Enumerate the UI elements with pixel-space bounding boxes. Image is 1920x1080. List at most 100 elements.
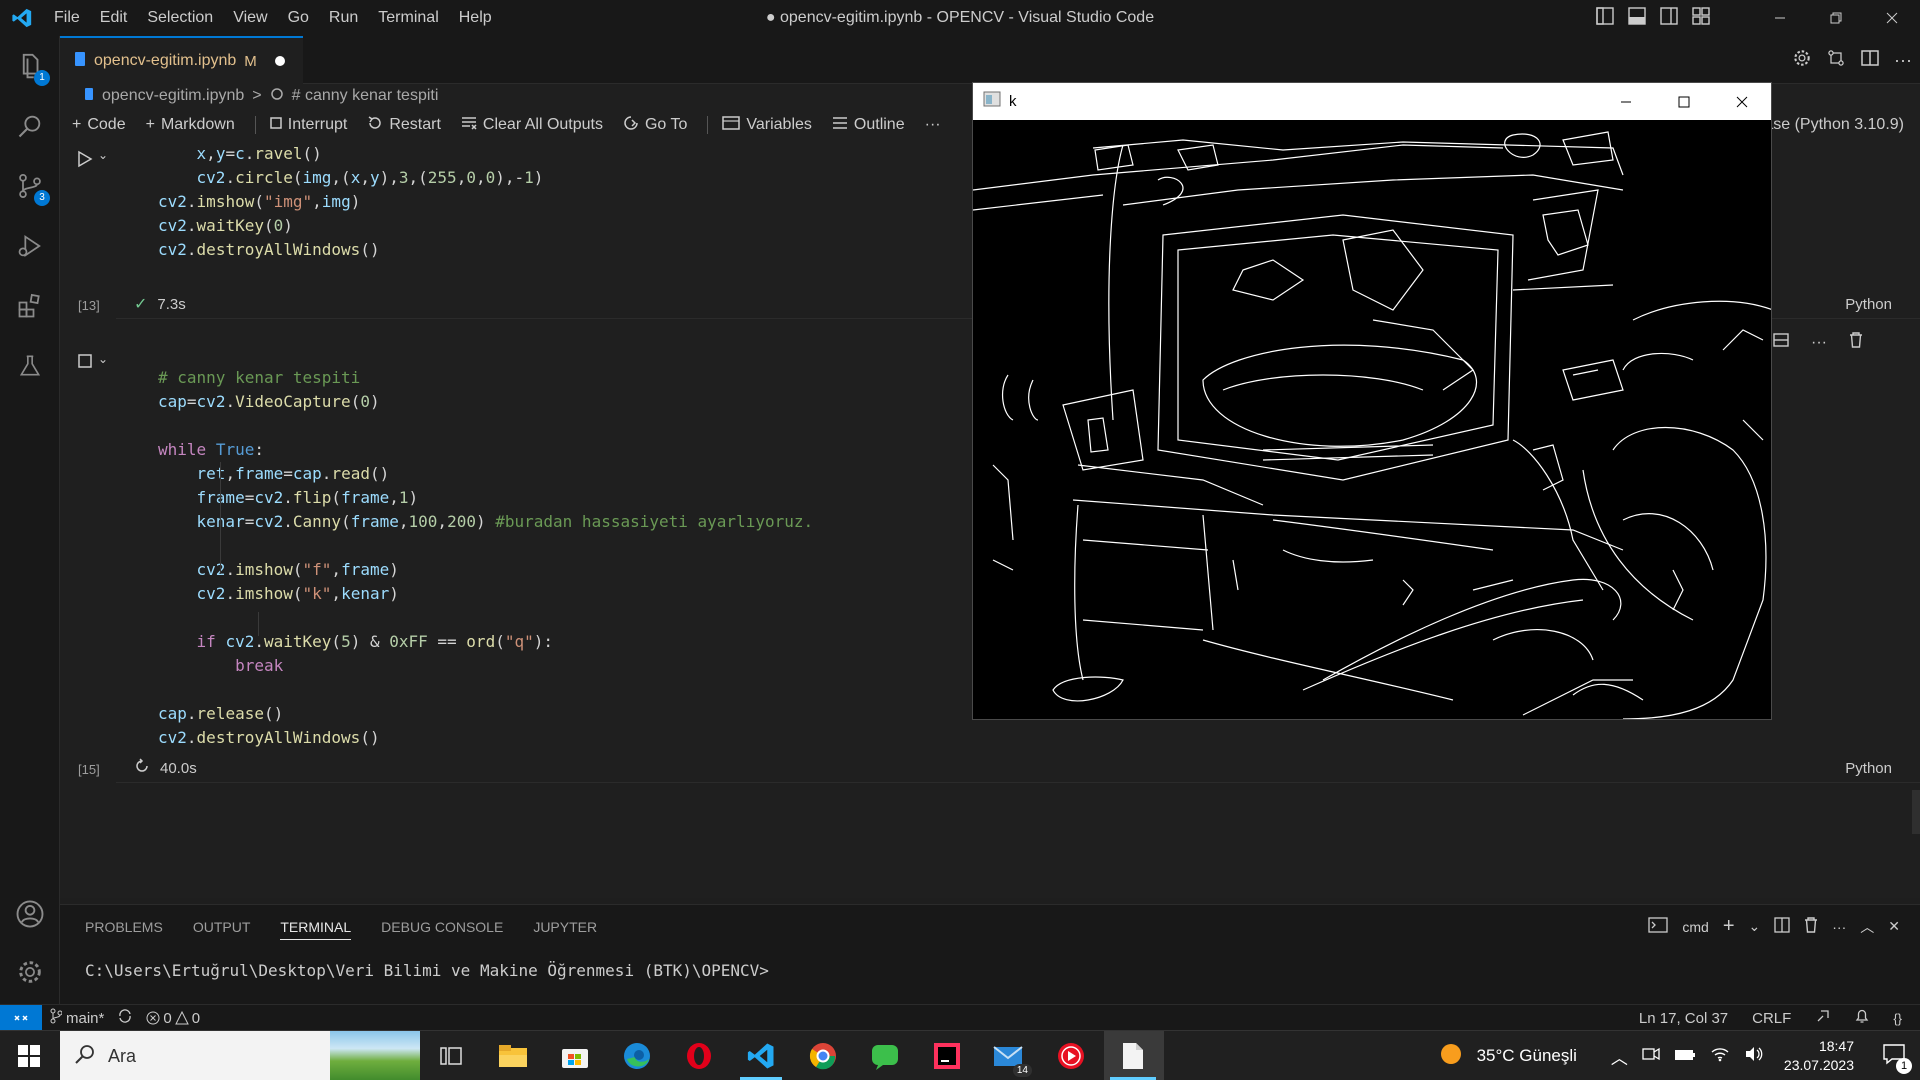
- meet-camera-icon[interactable]: [1642, 1046, 1660, 1067]
- open-changes-icon[interactable]: [1826, 48, 1846, 73]
- panel-tab-output[interactable]: OUTPUT: [193, 919, 251, 935]
- toggle-secondary-sidebar-icon[interactable]: [1660, 6, 1678, 30]
- sync-icon[interactable]: [118, 1009, 132, 1027]
- task-view-icon[interactable]: [432, 1037, 470, 1075]
- errors-icon[interactable]: 0 0: [146, 1010, 200, 1027]
- cursor-position[interactable]: Ln 17, Col 37: [1639, 1010, 1728, 1027]
- feedback-icon[interactable]: [1815, 1008, 1831, 1028]
- interrupt-button[interactable]: Interrupt: [270, 116, 347, 134]
- opencv-close-button[interactable]: [1713, 83, 1771, 120]
- cell-13-source[interactable]: x,y=c.ravel() cv2.circle(img,(x,y),3,(25…: [158, 142, 543, 262]
- cell-15-language[interactable]: Python: [1845, 760, 1892, 777]
- weather-text[interactable]: 35°C Güneşli: [1477, 1046, 1577, 1066]
- media-player-icon[interactable]: [1052, 1037, 1090, 1075]
- volume-icon[interactable]: [1744, 1046, 1764, 1067]
- add-code-cell-button[interactable]: + Code: [72, 116, 126, 134]
- panel-tab-terminal[interactable]: TERMINAL: [280, 919, 352, 940]
- taskbar-search-box[interactable]: Ara: [60, 1031, 420, 1080]
- clear-all-outputs-button[interactable]: Clear All Outputs: [461, 116, 603, 135]
- variables-button[interactable]: Variables: [722, 115, 812, 135]
- cell-15-source[interactable]: # canny kenar tespiti cap=cv2.VideoCaptu…: [158, 366, 813, 750]
- branch-name[interactable]: main*: [66, 1010, 104, 1027]
- mail-icon[interactable]: 14: [990, 1037, 1032, 1077]
- cell-run-dropdown-chevron-icon[interactable]: ⌄: [98, 352, 108, 366]
- show-hidden-icons-chevron-icon[interactable]: ︿: [1611, 1044, 1628, 1069]
- delete-cell-trash-icon[interactable]: [1849, 332, 1863, 353]
- more-actions-icon[interactable]: ···: [1894, 50, 1912, 71]
- explorer-icon[interactable]: 1: [0, 36, 60, 96]
- run-cell-play-icon[interactable]: [76, 150, 94, 173]
- kernel-picker[interactable]: ase (Python 3.10.9): [1764, 116, 1904, 134]
- toggle-panel-icon[interactable]: [1628, 6, 1646, 30]
- unsaved-dot-icon[interactable]: [274, 56, 285, 66]
- breadcrumb-section[interactable]: # canny kenar tespiti: [292, 87, 439, 105]
- close-panel-icon[interactable]: ✕: [1888, 918, 1900, 935]
- cell-stop-square-icon[interactable]: [78, 354, 92, 373]
- restore-button[interactable]: [1808, 0, 1864, 36]
- menu-selection[interactable]: Selection: [137, 0, 223, 36]
- maximize-panel-chevron-up-icon[interactable]: ︿: [1860, 917, 1874, 937]
- editor-scrollbar[interactable]: [1912, 790, 1920, 834]
- microsoft-store-icon[interactable]: [556, 1037, 594, 1075]
- opencv-output-window[interactable]: k: [972, 82, 1772, 720]
- windows-start-icon[interactable]: [0, 1031, 58, 1080]
- new-terminal-plus-icon[interactable]: +: [1723, 915, 1735, 938]
- restart-button[interactable]: Restart: [367, 115, 441, 136]
- cell-run-dropdown-chevron-icon[interactable]: ⌄: [98, 148, 108, 162]
- split-terminal-icon[interactable]: [1774, 917, 1790, 936]
- menu-file[interactable]: File: [44, 0, 90, 36]
- notification-center-icon[interactable]: 1: [1882, 1043, 1912, 1074]
- chrome-browser-icon[interactable]: [804, 1037, 842, 1075]
- opencv-minimize-button[interactable]: [1597, 83, 1655, 120]
- end-of-line[interactable]: CRLF: [1752, 1010, 1791, 1027]
- weather-sun-icon[interactable]: [1439, 1042, 1463, 1071]
- edge-browser-icon[interactable]: [618, 1037, 656, 1075]
- menu-edit[interactable]: Edit: [90, 0, 138, 36]
- cell-more-icon[interactable]: ···: [1811, 334, 1827, 352]
- manage-gear-icon[interactable]: [0, 942, 60, 1002]
- panel-tab-jupyter[interactable]: JUPYTER: [533, 919, 597, 935]
- remote-indicator-icon[interactable]: [0, 1005, 42, 1031]
- search-icon[interactable]: [0, 96, 60, 156]
- menu-go[interactable]: Go: [278, 0, 319, 36]
- panel-tab-problems[interactable]: PROBLEMS: [85, 919, 163, 935]
- toggle-primary-sidebar-icon[interactable]: [1596, 6, 1614, 30]
- menu-terminal[interactable]: Terminal: [368, 0, 448, 36]
- kill-terminal-trash-icon[interactable]: [1804, 917, 1818, 936]
- source-control-icon[interactable]: 3: [0, 156, 60, 216]
- tab-notebook[interactable]: opencv-egitim.ipynb M: [60, 36, 303, 84]
- brackets-icon[interactable]: {}: [1893, 1011, 1902, 1026]
- terminal-dropdown-chevron-icon[interactable]: ⌄: [1749, 918, 1761, 935]
- wifi-icon[interactable]: [1710, 1046, 1730, 1067]
- opencv-window-titlebar[interactable]: k: [973, 83, 1771, 120]
- vscode-taskbar-icon[interactable]: [742, 1037, 780, 1075]
- battery-icon[interactable]: [1674, 1046, 1696, 1066]
- intellij-ide-icon[interactable]: [928, 1037, 966, 1075]
- settings-gear-icon[interactable]: [1792, 48, 1812, 73]
- cell-13-language[interactable]: Python: [1845, 296, 1892, 313]
- panel-more-icon[interactable]: ···: [1832, 919, 1846, 935]
- panel-tab-debug-console[interactable]: DEBUG CONSOLE: [381, 919, 503, 935]
- testing-icon[interactable]: [0, 336, 60, 396]
- close-button[interactable]: [1864, 0, 1920, 36]
- menu-view[interactable]: View: [223, 0, 277, 36]
- messaging-app-icon[interactable]: [866, 1037, 904, 1075]
- clock[interactable]: 18:47 23.07.2023: [1784, 1037, 1854, 1075]
- extensions-icon[interactable]: [0, 276, 60, 336]
- outline-button[interactable]: Outline: [832, 116, 905, 135]
- menu-run[interactable]: Run: [319, 0, 368, 36]
- split-editor-icon[interactable]: [1860, 48, 1880, 73]
- file-explorer-icon[interactable]: [494, 1037, 532, 1075]
- menu-help[interactable]: Help: [449, 0, 502, 36]
- split-cell-icon[interactable]: [1773, 332, 1789, 353]
- opencv-window-taskbar-icon[interactable]: [1114, 1037, 1152, 1075]
- notifications-bell-icon[interactable]: [1855, 1008, 1869, 1028]
- breadcrumb-file[interactable]: opencv-egitim.ipynb: [102, 87, 244, 105]
- run-debug-icon[interactable]: [0, 216, 60, 276]
- terminal-prompt[interactable]: C:\Users\Ertuğrul\Desktop\Veri Bilimi ve…: [85, 961, 769, 980]
- opera-browser-icon[interactable]: [680, 1037, 718, 1075]
- minimize-button[interactable]: [1752, 0, 1808, 36]
- terminal-shell-label[interactable]: cmd: [1682, 919, 1708, 935]
- toolbar-more-button[interactable]: ···: [925, 116, 941, 134]
- go-to-button[interactable]: Go To: [623, 115, 687, 136]
